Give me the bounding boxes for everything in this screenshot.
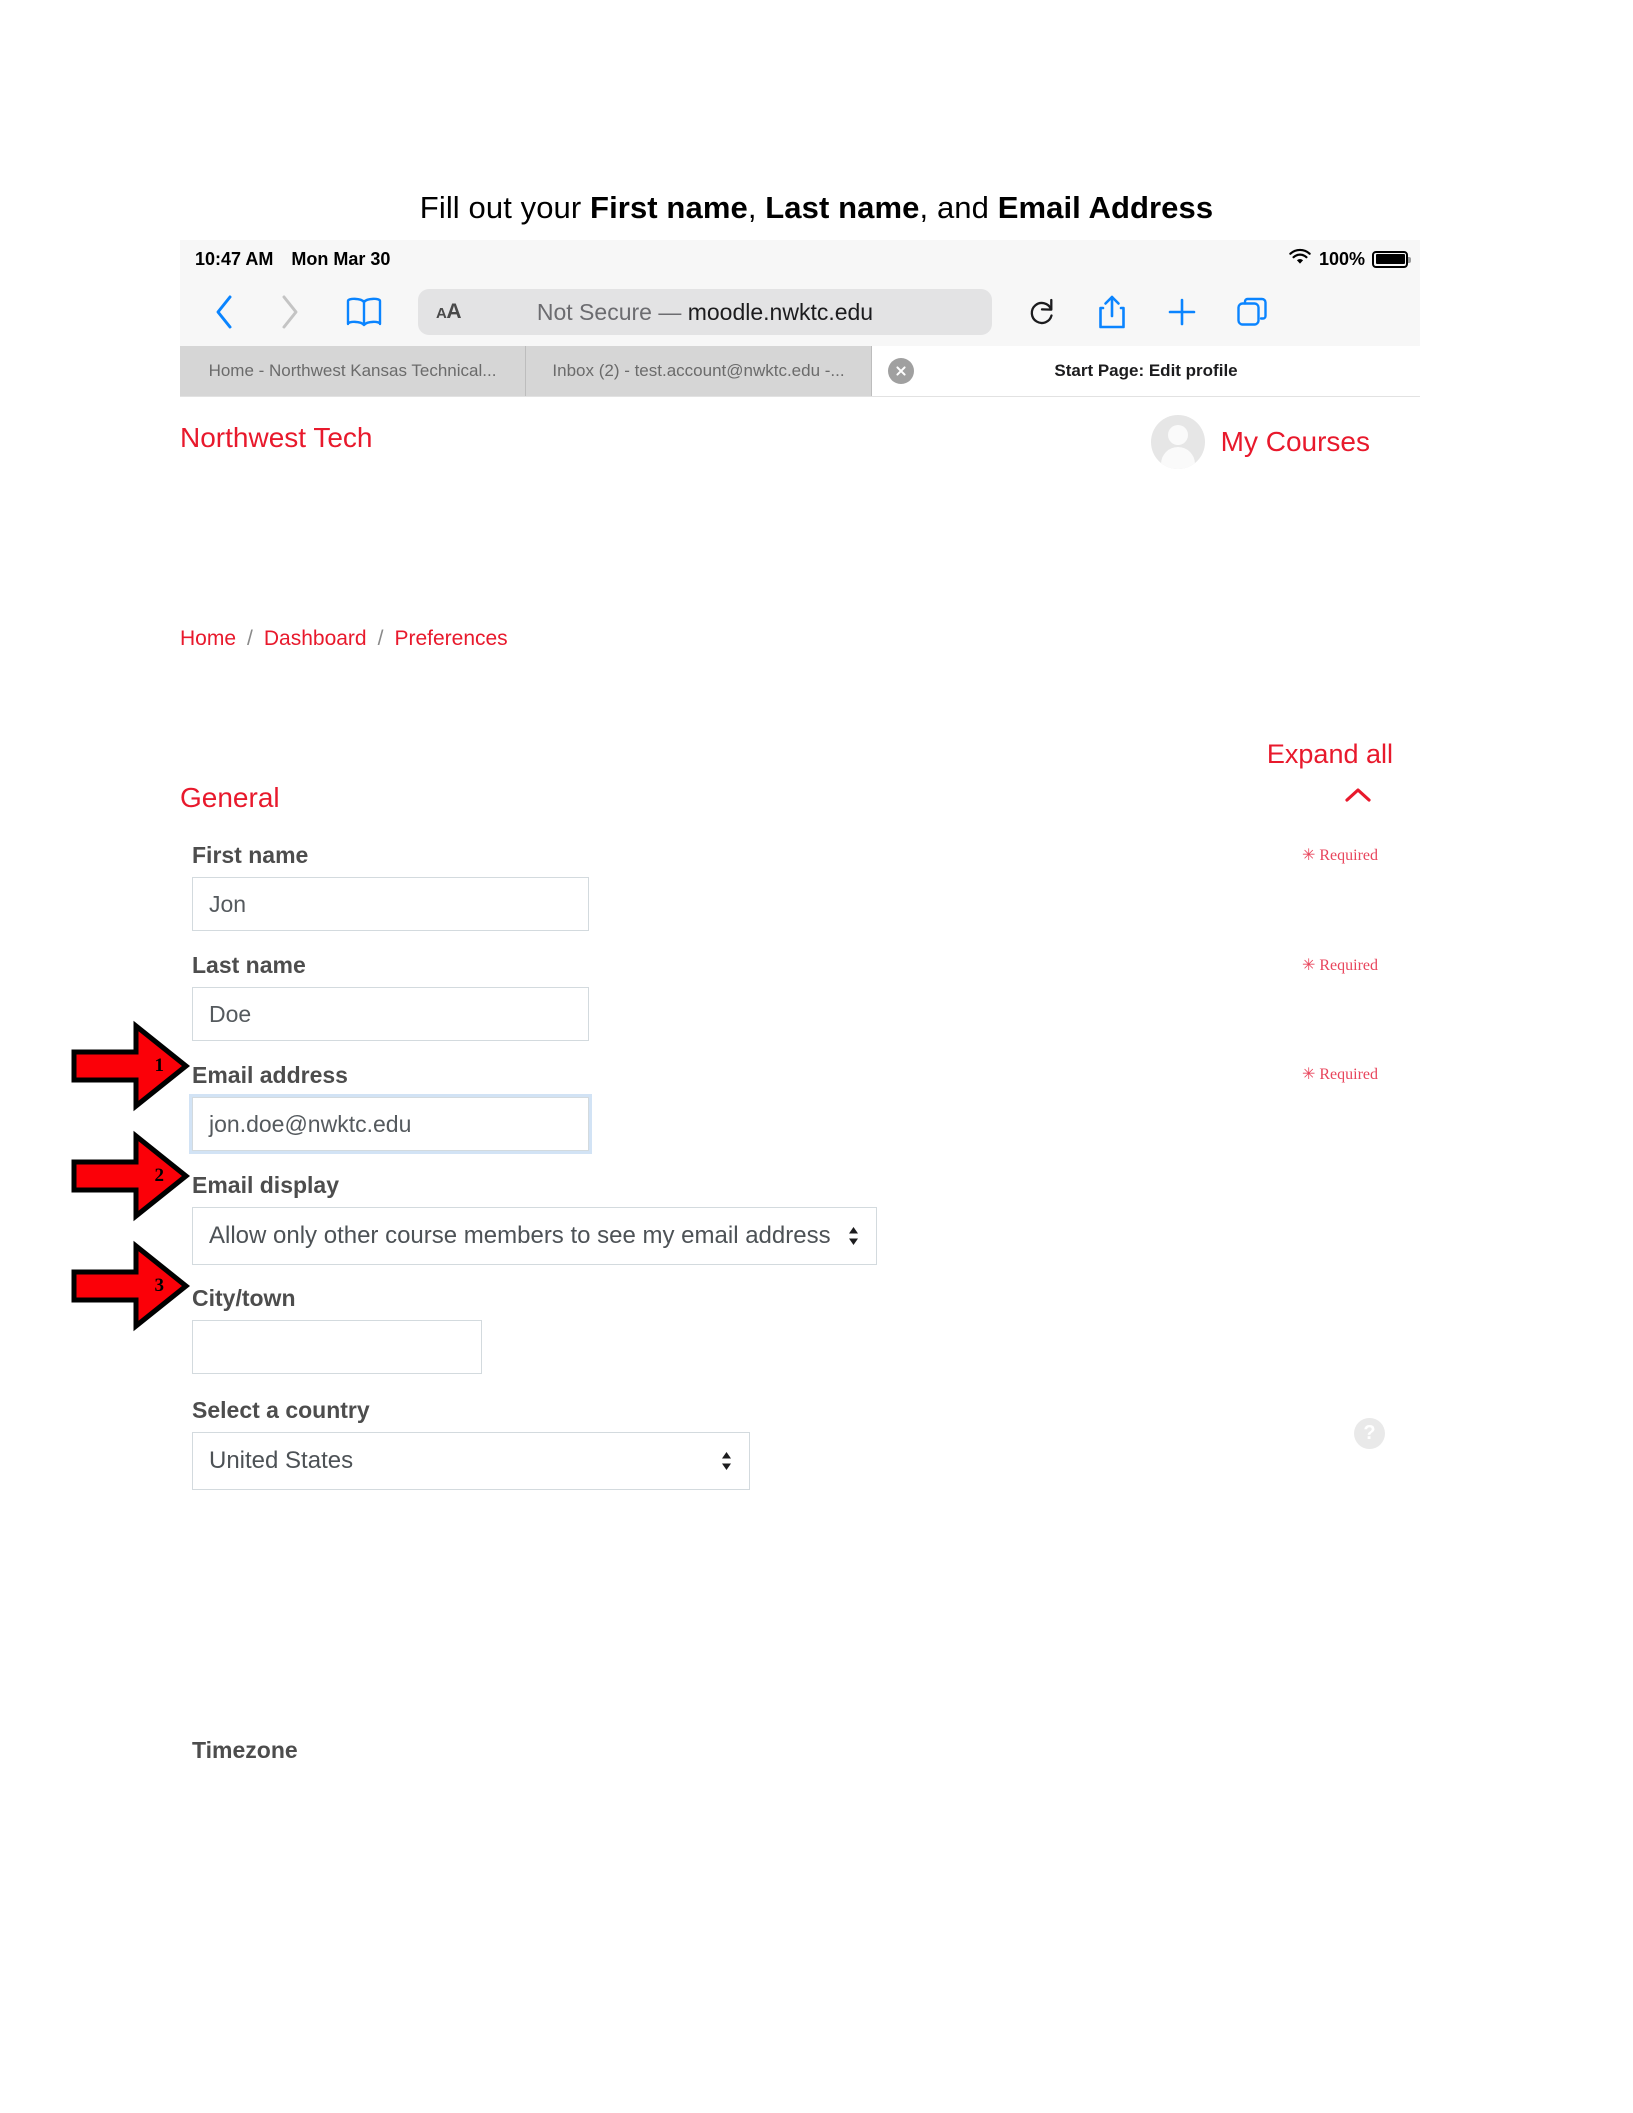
instruction-text-mid1: , [747, 190, 766, 225]
first-name-value: Jon [209, 890, 247, 917]
moodle-page: Northwest Tech My Courses Home / Dashboa… [180, 396, 1420, 1885]
breadcrumb-item-preferences[interactable]: Preferences [394, 627, 507, 651]
text-size-large-a: A [446, 300, 462, 323]
last-name-required-note: ✳ Required [1301, 957, 1378, 974]
expand-all-link[interactable]: Expand all [1267, 739, 1393, 770]
annotation-arrow-2: 2 [70, 1130, 190, 1222]
last-name-label: Last name [192, 952, 306, 978]
browser-tab-title: Start Page: Edit profile [1054, 361, 1238, 380]
battery-icon [1372, 250, 1411, 268]
email-address-label: Email address [192, 1062, 348, 1088]
country-label: Select a country [192, 1397, 370, 1423]
first-name-field[interactable]: Jon [192, 877, 589, 931]
close-icon[interactable] [888, 358, 914, 384]
chevron-up-icon[interactable] [1343, 785, 1373, 810]
first-name-required-note: ✳ Required [1301, 847, 1378, 864]
country-select[interactable]: United States [192, 1432, 750, 1490]
browser-tab-inbox[interactable]: Inbox (2) - test.account@nwktc.edu -... [526, 346, 872, 396]
annotation-number-2: 2 [154, 1165, 165, 1186]
wifi-icon [1288, 248, 1312, 271]
last-name-value: Doe [209, 1000, 252, 1027]
browser-tab-home[interactable]: Home - Northwest Kansas Technical... [180, 346, 526, 396]
instruction-bold-first-name: First name [590, 190, 748, 225]
page-instruction-heading: Fill out your First name, Last name, and… [0, 190, 1633, 226]
breadcrumb-separator: / [247, 627, 253, 650]
annotation-number-1: 1 [154, 1055, 165, 1076]
forward-button[interactable] [268, 294, 312, 330]
email-address-field[interactable]: jon.doe@nwktc.edu [189, 1094, 592, 1154]
instruction-bold-email-address: Email Address [997, 190, 1214, 225]
timezone-label: Timezone [192, 1737, 298, 1759]
address-bar[interactable]: AA Not Secure — moodle.nwktc.edu [418, 289, 992, 335]
help-icon[interactable]: ? [1354, 1418, 1385, 1449]
header-nav-right: My Courses [1150, 415, 1370, 469]
city-town-label: City/town [192, 1285, 296, 1311]
text-size-small-a: A [436, 305, 447, 322]
url-host-label: moodle.nwktc.edu [687, 298, 874, 325]
status-time: 10:47 AM [195, 248, 274, 269]
email-display-value: Allow only other course members to see m… [209, 1222, 831, 1249]
email-display-label: Email display [192, 1172, 340, 1198]
book-icon[interactable] [340, 296, 388, 328]
country-value: United States [209, 1447, 354, 1474]
annotation-arrow-1: 1 [70, 1020, 190, 1112]
browser-tab-title: Home - Northwest Kansas Technical... [208, 361, 497, 380]
breadcrumb: Home / Dashboard / Preferences [180, 627, 508, 651]
select-arrows-icon [847, 1225, 860, 1247]
not-secure-label: Not Secure — [536, 298, 682, 325]
breadcrumb-item-dashboard[interactable]: Dashboard [264, 627, 367, 651]
tabs-icon[interactable] [1230, 296, 1274, 328]
url-text: Not Secure — moodle.nwktc.edu [418, 299, 992, 326]
battery-percent-label: 100% [1318, 248, 1365, 269]
city-town-field[interactable] [192, 1320, 482, 1374]
reload-icon[interactable] [1020, 296, 1064, 328]
annotation-arrow-3: 3 [70, 1240, 190, 1332]
ios-status-bar: 10:47 AM Mon Mar 30 100% [180, 240, 1420, 278]
my-courses-link[interactable]: My Courses [1221, 426, 1370, 458]
status-date: Mon Mar 30 [291, 248, 391, 269]
breadcrumb-item-home[interactable]: Home [180, 627, 236, 651]
email-address-value: jon.doe@nwktc.edu [209, 1110, 412, 1137]
site-name-link[interactable]: Northwest Tech [180, 422, 372, 454]
plus-icon[interactable] [1160, 296, 1204, 328]
breadcrumb-separator: / [377, 627, 384, 650]
email-address-required-note: ✳ Required [1301, 1066, 1378, 1083]
share-icon[interactable] [1090, 294, 1134, 330]
instruction-bold-last-name: Last name [765, 190, 920, 225]
safari-tab-strip: Home - Northwest Kansas Technical... Inb… [180, 346, 1420, 396]
safari-toolbar: AA Not Secure — moodle.nwktc.edu [180, 278, 1420, 346]
general-section-title: General [180, 782, 280, 813]
text-size-button[interactable]: AA [436, 300, 462, 324]
ipad-browser-screenshot: 10:47 AM Mon Mar 30 100% AA Not Secure —… [180, 240, 1420, 1885]
email-display-select[interactable]: Allow only other course members to see m… [192, 1207, 877, 1265]
first-name-label: First name [192, 842, 309, 868]
annotation-number-3: 3 [154, 1275, 165, 1296]
avatar-body-shape [1160, 447, 1195, 469]
back-button[interactable] [202, 294, 246, 330]
instruction-text-pre: Fill out your [419, 190, 591, 225]
browser-tab-title: Inbox (2) - test.account@nwktc.edu -... [552, 361, 845, 380]
instruction-text-mid2: , and [919, 190, 998, 225]
select-arrows-icon [720, 1450, 733, 1472]
browser-tab-edit-profile[interactable]: Start Page: Edit profile [872, 346, 1420, 396]
user-avatar-icon[interactable] [1150, 415, 1205, 469]
avatar-head-shape [1167, 425, 1188, 445]
last-name-field[interactable]: Doe [192, 987, 589, 1041]
